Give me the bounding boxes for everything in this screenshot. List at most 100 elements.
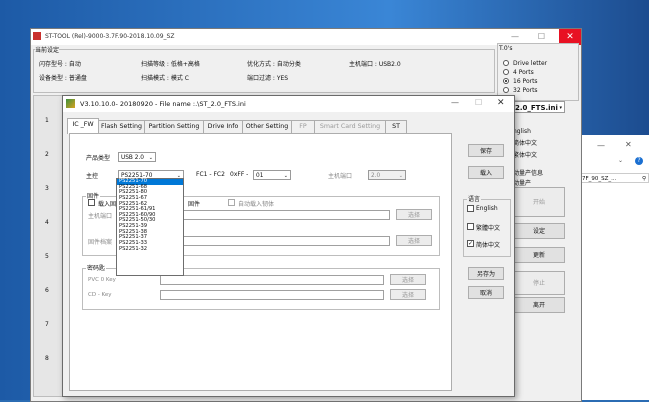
auto-load-fw-checkbox[interactable] bbox=[228, 199, 235, 206]
flash-model-text: 闪存型号 : 自动 bbox=[39, 61, 81, 68]
radio-drive-letter[interactable] bbox=[503, 60, 509, 66]
port-number: 1 bbox=[45, 117, 49, 124]
radio-32-ports-label: 32 Ports bbox=[513, 87, 538, 94]
lang-traditional-label: 繁體中文 bbox=[476, 225, 501, 232]
chevron-down-icon: ▾ bbox=[559, 105, 562, 111]
app-icon bbox=[33, 32, 41, 40]
explorer-path-text: 7F_90_SZ_... bbox=[582, 176, 617, 182]
controller-dropdown-list[interactable]: PS2251-70 PS2251-68 PS2251-80 PS2251-67 … bbox=[116, 178, 184, 276]
fw-archive-path-input[interactable] bbox=[166, 236, 390, 246]
load-fw-label: 载入固 bbox=[98, 201, 117, 208]
load-fw-checkbox[interactable] bbox=[88, 199, 95, 206]
start-button[interactable]: 开始 bbox=[513, 187, 565, 217]
help-icon[interactable]: ? bbox=[635, 157, 643, 165]
fc-value: 01 bbox=[256, 173, 264, 179]
password-group-label: 密码匙 bbox=[86, 263, 107, 272]
host-port-label: 主机端口 bbox=[328, 173, 353, 180]
ini-file-combo[interactable]: 2.0_FTS.ini ▾ bbox=[512, 101, 565, 113]
host-port-text: 主机端口 : USB2.0 bbox=[349, 61, 401, 68]
chevron-down-icon: ⌄ bbox=[398, 173, 403, 179]
load-button[interactable]: 载入 bbox=[468, 166, 504, 179]
lang-simplified-checkbox[interactable]: ✓ bbox=[467, 240, 474, 247]
settings-button[interactable]: 设定 bbox=[513, 223, 565, 239]
stop-button[interactable]: 停止 bbox=[513, 271, 565, 295]
host-fw-browse-button[interactable]: 选择 bbox=[396, 209, 432, 220]
product-type-label: 产品类型 bbox=[86, 155, 111, 162]
radio-32-ports[interactable] bbox=[503, 87, 509, 93]
pvc-key-input[interactable] bbox=[160, 275, 384, 285]
save-button[interactable]: 保存 bbox=[468, 144, 504, 157]
explorer-search-box[interactable]: 7F_90_SZ_... ⚲ bbox=[579, 173, 649, 183]
radio-16-ports[interactable] bbox=[503, 78, 509, 84]
dropdown-option[interactable]: PS2251-32 bbox=[117, 246, 183, 253]
search-icon: ⚲ bbox=[641, 176, 646, 182]
radio-16-ports-label: 16 Ports bbox=[513, 78, 538, 85]
tab-fp[interactable]: FP bbox=[291, 120, 315, 133]
tab-other-setting[interactable]: Other Setting bbox=[242, 120, 292, 133]
main-window-title: ST-TOOL (Rel)-9000-3.7F.90-2018.10.09_SZ bbox=[45, 33, 175, 40]
host-fw-label: 主机端口 bbox=[88, 213, 113, 220]
dialog-title: V3.10.10.0- 20180920 - File name :.\ST_2… bbox=[80, 100, 246, 108]
lang-english: nglish bbox=[513, 128, 531, 135]
tab-ic-fw[interactable]: IC _FW bbox=[67, 118, 99, 134]
scan-mode-text: 扫描模式 : 模式 C bbox=[141, 75, 189, 82]
controller-label: 主控 bbox=[86, 173, 99, 180]
tab-drive-info[interactable]: Drive Info bbox=[203, 120, 243, 133]
chevron-down-icon: ⌄ bbox=[283, 173, 288, 179]
cd-key-browse-button[interactable]: 选择 bbox=[390, 289, 426, 300]
current-settings-label: 当前设定 bbox=[35, 45, 60, 54]
minimize-button[interactable]: — bbox=[511, 32, 519, 41]
port-number: 4 bbox=[45, 219, 49, 226]
ini-label: T.0's bbox=[499, 45, 513, 52]
device-type-text: 设备类型 : 普通盘 bbox=[39, 75, 87, 82]
port-number: 5 bbox=[45, 253, 49, 260]
radio-drive-letter-label: Drive letter bbox=[513, 60, 548, 67]
update-button[interactable]: 更新 bbox=[513, 247, 565, 263]
tab-flash-setting[interactable]: Flash Setting bbox=[98, 120, 145, 133]
tab-partition-setting[interactable]: Partition Setting bbox=[144, 120, 204, 133]
port-number: 3 bbox=[45, 185, 49, 192]
chevron-down-icon[interactable]: ⌄ bbox=[618, 157, 623, 164]
minimize-button[interactable]: — bbox=[451, 98, 459, 107]
lang-simplified: 简体中文 bbox=[513, 140, 538, 147]
port-filter-text: 端口过滤 : YES bbox=[247, 75, 289, 82]
product-type-value: USB 2.0 bbox=[121, 155, 144, 161]
auto-mass: 动量产 bbox=[513, 180, 532, 187]
host-port-value: 2.0 bbox=[371, 173, 381, 179]
pvc-key-label: PVC 0 Key bbox=[88, 277, 116, 283]
oxff-label: 0xFF - bbox=[230, 171, 249, 178]
fw-archive-browse-button[interactable]: 选择 bbox=[396, 235, 432, 246]
close-button[interactable]: ✕ bbox=[497, 98, 505, 108]
language-label: 语言 bbox=[467, 194, 482, 203]
lang-english-checkbox[interactable] bbox=[467, 205, 474, 212]
auto-load-fw-label: 自动载入韧体 bbox=[238, 201, 275, 208]
dialog-title-bar: V3.10.10.0- 20180920 - File name :.\ST_2… bbox=[63, 96, 514, 112]
pvc-key-browse-button[interactable]: 选择 bbox=[390, 274, 426, 285]
product-type-select[interactable]: USB 2.0 ⌄ bbox=[118, 152, 156, 162]
auto-mass-info: 动量产信息 bbox=[513, 170, 544, 177]
maximize-button[interactable]: ☐ bbox=[475, 98, 482, 107]
cd-key-input[interactable] bbox=[160, 290, 384, 300]
port-number: 2 bbox=[45, 151, 49, 158]
host-fw-path-input[interactable] bbox=[166, 210, 390, 220]
fc-select[interactable]: 01 ⌄ bbox=[253, 170, 291, 180]
tab-st[interactable]: ST bbox=[385, 120, 407, 133]
chevron-down-icon: ⌄ bbox=[148, 155, 153, 161]
lang-simplified-label: 简体中文 bbox=[476, 242, 501, 249]
minimize-icon[interactable]: — bbox=[597, 141, 605, 150]
close-icon[interactable]: ✕ bbox=[625, 140, 632, 149]
port-number: 6 bbox=[45, 287, 49, 294]
fw-archive-label: 固件档案 bbox=[88, 239, 113, 246]
save-as-button[interactable]: 另存为 bbox=[468, 267, 504, 280]
lang-traditional: 繁体中文 bbox=[513, 152, 538, 159]
exit-button[interactable]: 离开 bbox=[513, 297, 565, 313]
cancel-button[interactable]: 取消 bbox=[468, 286, 504, 299]
radio-4-ports[interactable] bbox=[503, 69, 509, 75]
fc-label: FC1 - FC2 bbox=[196, 171, 225, 178]
fw-mid-label: 固件 bbox=[188, 201, 201, 208]
tab-smart-card-setting[interactable]: Smart Card Setting bbox=[314, 120, 386, 133]
maximize-button[interactable]: ☐ bbox=[538, 32, 545, 41]
lang-english-label: English bbox=[476, 205, 498, 212]
lang-traditional-checkbox[interactable] bbox=[467, 223, 474, 230]
host-port-select[interactable]: 2.0 ⌄ bbox=[368, 170, 406, 180]
